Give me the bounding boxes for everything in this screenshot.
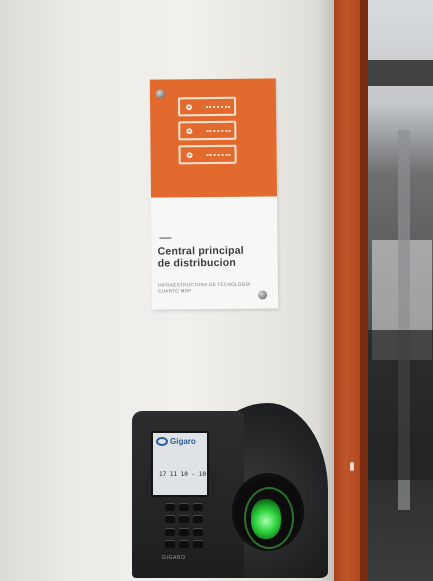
- door-frame-edge: [360, 0, 368, 581]
- device-logo: Gigaro: [156, 437, 196, 447]
- keypad-key[interactable]: [165, 503, 175, 511]
- device-logo-text: Gigaro: [170, 437, 196, 446]
- ceiling-beam: [368, 60, 433, 86]
- sign-title: Central principal de distribucion: [157, 244, 276, 270]
- photo-scene: Central principal de distribucion INFRAE…: [0, 0, 433, 581]
- fingerprint-terminal: Gigaro 17 11 10 - 10:40 GIGARO: [132, 403, 328, 578]
- keypad-key[interactable]: [179, 539, 189, 548]
- screw-bottom: [258, 290, 268, 300]
- device-screen: Gigaro 17 11 10 - 10:40: [151, 431, 217, 497]
- keypad-key[interactable]: [165, 527, 175, 536]
- keypad[interactable]: [165, 503, 203, 549]
- sign-subtitle: INFRAESTRUCTURA DE TECNOLOGÍA · CUARTO M…: [157, 281, 254, 294]
- keypad-key[interactable]: [179, 515, 189, 524]
- sign-title-line2: de distribucion: [157, 256, 237, 270]
- server-unit: [178, 120, 237, 141]
- server-unit: [178, 144, 237, 165]
- logo-icon: [156, 437, 168, 447]
- server-rack-icon: [177, 96, 239, 170]
- keypad-key[interactable]: [193, 503, 203, 511]
- server-unit: [177, 96, 237, 117]
- keypad-key[interactable]: [193, 527, 203, 536]
- keypad-key[interactable]: [179, 527, 189, 536]
- keypad-key[interactable]: [193, 515, 203, 524]
- device-clock: 17 11 10 - 10:40: [159, 471, 217, 478]
- keypad-key[interactable]: [165, 539, 175, 548]
- door-frame-mark: [350, 462, 354, 471]
- keypad-key[interactable]: [193, 539, 203, 548]
- screw-top: [155, 89, 165, 99]
- sign-divider: [159, 237, 172, 239]
- device-brand: GIGARO: [162, 555, 186, 561]
- sign-header: [149, 78, 278, 198]
- sensor-light: [251, 499, 281, 539]
- equipment-shadow: [368, 330, 433, 480]
- keypad-key[interactable]: [165, 515, 175, 524]
- room-sign: Central principal de distribucion INFRAE…: [149, 78, 279, 310]
- keypad-key[interactable]: [179, 503, 189, 511]
